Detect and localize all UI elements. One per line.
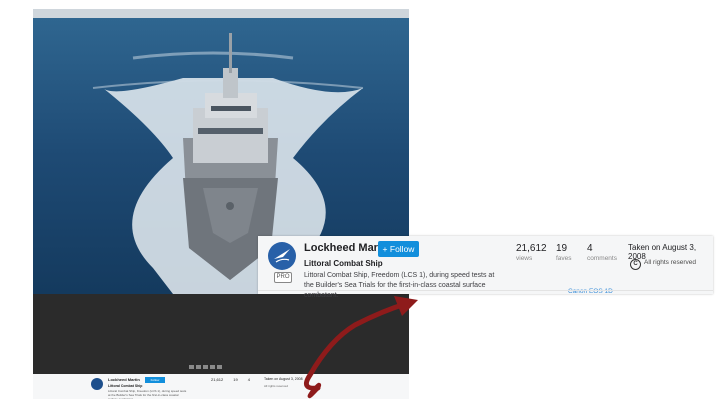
views-label: views — [516, 255, 533, 262]
follow-button[interactable]: + Follow — [378, 241, 419, 257]
thumbnail-strip[interactable] — [189, 365, 222, 369]
mini-photo-title: Littoral Combat Ship — [108, 384, 143, 388]
copyright-icon: C — [630, 259, 641, 270]
photo-page-screenshot: Lockheed Martin Follow Littoral Combat S… — [33, 9, 409, 399]
mini-photo-description: Littoral Combat Ship, Freedom (LCS 1), d… — [108, 389, 187, 399]
viewer-background — [33, 294, 409, 374]
mini-stats: 21,612 19 4 — [211, 377, 250, 382]
thumb[interactable] — [189, 365, 194, 369]
mini-faves: 19 — [233, 377, 238, 382]
views-stat: 21,612 views — [516, 243, 547, 262]
photo-title: Littoral Combat Ship — [304, 259, 383, 268]
comments-label: comments — [587, 255, 617, 262]
photo-top-bar — [33, 9, 409, 18]
thumb[interactable] — [196, 365, 201, 369]
comments-stat: 4 comments — [587, 243, 617, 262]
mini-taken-date: Taken on August 3, 2008 — [264, 377, 303, 381]
mini-author-name[interactable]: Lockheed Martin — [108, 377, 140, 382]
comments-count: 4 — [587, 243, 593, 254]
mini-info-bar: Lockheed Martin Follow Littoral Combat S… — [33, 374, 409, 399]
mini-comments: 4 — [247, 377, 250, 382]
lockheed-logo-icon[interactable] — [268, 242, 296, 270]
mini-follow-button[interactable]: Follow — [145, 377, 165, 383]
thumb[interactable] — [210, 365, 215, 369]
mini-views: 21,612 — [211, 377, 224, 382]
faves-stat: 19 faves — [556, 243, 572, 262]
views-count: 21,612 — [516, 243, 547, 254]
faves-label: faves — [556, 255, 572, 262]
faves-count: 19 — [556, 243, 568, 254]
mini-rights[interactable]: All rights reserved — [264, 384, 288, 388]
divider — [258, 290, 713, 291]
thumb[interactable] — [203, 365, 208, 369]
pro-badge: PRO — [274, 272, 292, 283]
zoomed-info-panel: PRO Lockheed Martin + Follow Littoral Co… — [258, 236, 713, 299]
rights-link[interactable]: All rights reserved — [644, 259, 696, 266]
thumb[interactable] — [217, 365, 222, 369]
mini-avatar[interactable] — [91, 378, 103, 390]
photo-description: Littoral Combat Ship, Freedom (LCS 1), d… — [304, 272, 495, 299]
